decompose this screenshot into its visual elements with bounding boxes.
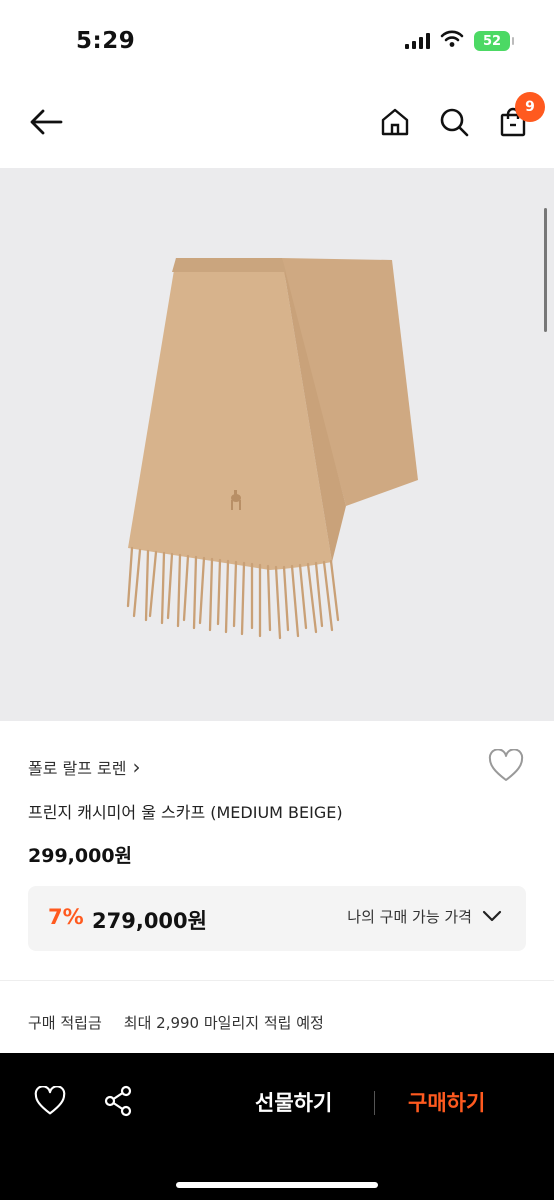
buy-button[interactable]: 구매하기 (408, 1087, 485, 1117)
share-icon (102, 1085, 134, 1121)
battery-level: 52 (482, 33, 502, 49)
gift-button[interactable]: 선물하기 (255, 1087, 332, 1117)
product-image[interactable] (0, 168, 554, 721)
home-icon (380, 107, 410, 141)
my-price-toggle[interactable]: 나의 구매 가능 가격 (347, 906, 502, 927)
home-indicator (176, 1182, 378, 1188)
status-icons: 52 (405, 30, 514, 52)
my-price-label: 나의 구매 가능 가격 (347, 908, 472, 926)
signal-icon (405, 33, 430, 49)
points-value: 최대 2,990 마일리지 적립 예정 (123, 1014, 324, 1032)
status-time: 5:29 (76, 28, 136, 54)
nav-bar: 9 (0, 84, 554, 168)
scroll-indicator (544, 208, 547, 332)
points-label: 구매 적립금 (28, 1014, 102, 1032)
product-price: 299,000원 (28, 845, 133, 867)
discount-rate: 7% (48, 905, 84, 929)
product-name: 프린지 캐시미어 울 스카프 (MEDIUM BEIGE) (28, 803, 343, 822)
wishlist-button[interactable] (488, 748, 524, 787)
search-button[interactable] (434, 104, 474, 144)
divider (0, 980, 554, 981)
battery-icon: 52 (474, 31, 514, 51)
bottom-wishlist-button[interactable] (32, 1085, 68, 1121)
home-button[interactable] (375, 104, 415, 144)
back-arrow-icon (29, 109, 63, 139)
discount-price: 279,000원 (92, 909, 207, 933)
status-bar: 5:29 52 (0, 0, 554, 84)
chevron-down-icon (482, 908, 502, 926)
heart-icon (34, 1085, 66, 1120)
wifi-icon (440, 30, 464, 52)
scarf-image (126, 258, 418, 640)
chevron-right-icon: › (132, 755, 141, 779)
bottom-action-bar: 선물하기 구매하기 (0, 1053, 554, 1200)
brand-link[interactable]: 폴로 랄프 로렌 › (28, 755, 141, 779)
brand-name: 폴로 랄프 로렌 (28, 759, 127, 778)
discount-box[interactable]: 7% 279,000원 나의 구매 가능 가격 (28, 886, 526, 951)
points-row: 구매 적립금 최대 2,990 마일리지 적립 예정 (28, 1012, 324, 1033)
search-icon (439, 107, 469, 141)
cart-button[interactable]: 9 (493, 92, 545, 144)
share-button[interactable] (100, 1085, 136, 1121)
heart-icon (488, 748, 524, 787)
cart-badge: 9 (515, 92, 545, 122)
back-button[interactable] (26, 104, 66, 144)
separator (374, 1091, 375, 1115)
